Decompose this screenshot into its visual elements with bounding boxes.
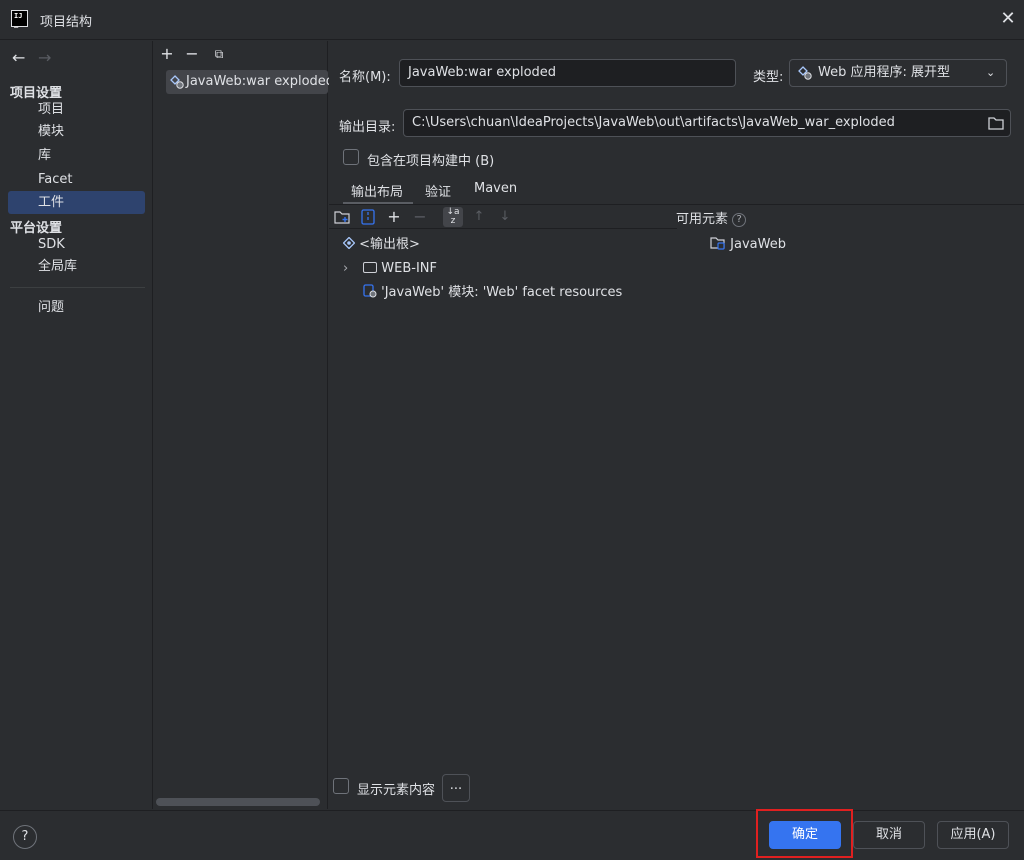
type-label: 类型: <box>753 70 784 85</box>
nav-item-modules[interactable]: 模块 <box>8 120 145 143</box>
facet-resources-icon <box>363 284 377 298</box>
available-element-label: JavaWeb <box>730 237 786 252</box>
output-layout-tree: <输出根> › WEB-INF 'JavaWeb' 模块: 'Web' face… <box>329 230 677 730</box>
copy-artifact-button[interactable]: ⧉ <box>209 44 229 64</box>
nav-item-problems[interactable]: 问题 <box>8 296 145 319</box>
archive-icon[interactable] <box>358 207 378 227</box>
nav-item-global-libraries[interactable]: 全局库 <box>8 255 145 278</box>
cancel-button[interactable]: 取消 <box>853 821 925 849</box>
type-dropdown[interactable]: Web 应用程序: 展开型 ⌄ <box>789 59 1007 87</box>
show-content-label: 显示元素内容 <box>357 783 436 798</box>
highlight-annotation <box>756 809 853 858</box>
artifact-list-item[interactable]: JavaWeb:war exploded <box>166 70 334 94</box>
tree-row-facet-resources[interactable]: 'JavaWeb' 模块: 'Web' facet resources <box>363 281 622 305</box>
tab-maven[interactable]: Maven <box>474 181 517 196</box>
module-folder-icon <box>710 237 725 250</box>
type-value: Web 应用程序: 展开型 <box>818 65 950 80</box>
name-input[interactable]: JavaWeb:war exploded <box>399 59 736 87</box>
help-button[interactable]: ? <box>13 825 37 849</box>
tree-item-label: 'JavaWeb' 模块: 'Web' facet resources <box>381 285 623 300</box>
web-artifact-icon <box>170 75 184 89</box>
artifacts-list-panel: + − ⧉ JavaWeb:war exploded <box>154 41 334 809</box>
layout-toolbar: + − ↓a z ↑ ↓ <box>329 205 677 229</box>
more-options-button[interactable]: ... <box>442 774 470 802</box>
folder-icon <box>363 262 378 273</box>
add-artifact-button[interactable]: + <box>157 44 177 64</box>
available-elements-label: 可用元素 <box>676 212 729 227</box>
tab-validation[interactable]: 验证 <box>425 181 451 200</box>
close-button[interactable]: ✕ <box>996 8 1020 32</box>
artifact-config-panel: 名称(M): JavaWeb:war exploded 类型: Web 应用程序… <box>329 41 1024 809</box>
nav-item-facets[interactable]: Facet <box>8 168 145 191</box>
nav-item-project[interactable]: 项目 <box>8 98 145 121</box>
include-in-build-label: 包含在项目构建中 (B) <box>367 154 495 169</box>
nav-divider <box>10 287 145 288</box>
available-elements-header: 可用元素 ? <box>676 208 747 227</box>
browse-folder-icon[interactable] <box>988 116 1004 130</box>
tree-root-row[interactable]: <输出根> <box>343 233 420 257</box>
settings-nav: ← → 项目设置 项目 模块 库 Facet 工件 平台设置 SDK 全局库 问… <box>0 41 153 809</box>
artifact-name: JavaWeb:war exploded <box>186 74 335 89</box>
forward-arrow-icon[interactable]: → <box>38 48 51 67</box>
move-down-button[interactable]: ↓ <box>495 207 515 227</box>
tree-row-web-inf[interactable]: › WEB-INF <box>343 257 437 281</box>
title-bar: IJ _ 项目结构 ✕ <box>0 0 1024 40</box>
nav-item-libraries[interactable]: 库 <box>8 144 145 167</box>
output-dir-label: 输出目录: <box>339 120 396 135</box>
web-artifact-icon <box>798 66 812 80</box>
output-root-icon <box>343 237 355 249</box>
nav-item-sdks[interactable]: SDK <box>8 233 145 256</box>
remove-artifact-button[interactable]: − <box>182 44 202 64</box>
horizontal-scrollbar[interactable] <box>156 798 320 806</box>
name-label: 名称(M): <box>339 70 391 85</box>
help-icon[interactable]: ? <box>732 213 747 227</box>
window-title: 项目结构 <box>40 15 93 30</box>
new-directory-icon[interactable] <box>332 207 352 227</box>
chevron-right-icon[interactable]: › <box>343 257 359 281</box>
nav-item-artifacts[interactable]: 工件 <box>8 191 145 214</box>
sort-alpha-icon[interactable]: ↓a z <box>443 207 463 227</box>
apply-button[interactable]: 应用(A) <box>937 821 1009 849</box>
add-element-button[interactable]: + <box>384 207 404 227</box>
include-in-build-checkbox[interactable] <box>343 149 359 165</box>
available-element-javaweb[interactable]: JavaWeb <box>710 233 786 257</box>
back-arrow-icon[interactable]: ← <box>12 48 25 67</box>
output-dir-input[interactable]: C:\Users\chuan\IdeaProjects\JavaWeb\out\… <box>403 109 1011 137</box>
move-up-button[interactable]: ↑ <box>469 207 489 227</box>
tree-item-label: WEB-INF <box>381 261 437 276</box>
chevron-down-icon: ⌄ <box>986 66 996 79</box>
tab-output-layout[interactable]: 输出布局 <box>351 181 403 200</box>
show-content-checkbox[interactable] <box>333 778 349 794</box>
remove-element-button[interactable]: − <box>410 207 430 227</box>
intellij-logo-icon: IJ _ <box>11 10 28 28</box>
tree-root-label: <输出根> <box>359 237 420 252</box>
